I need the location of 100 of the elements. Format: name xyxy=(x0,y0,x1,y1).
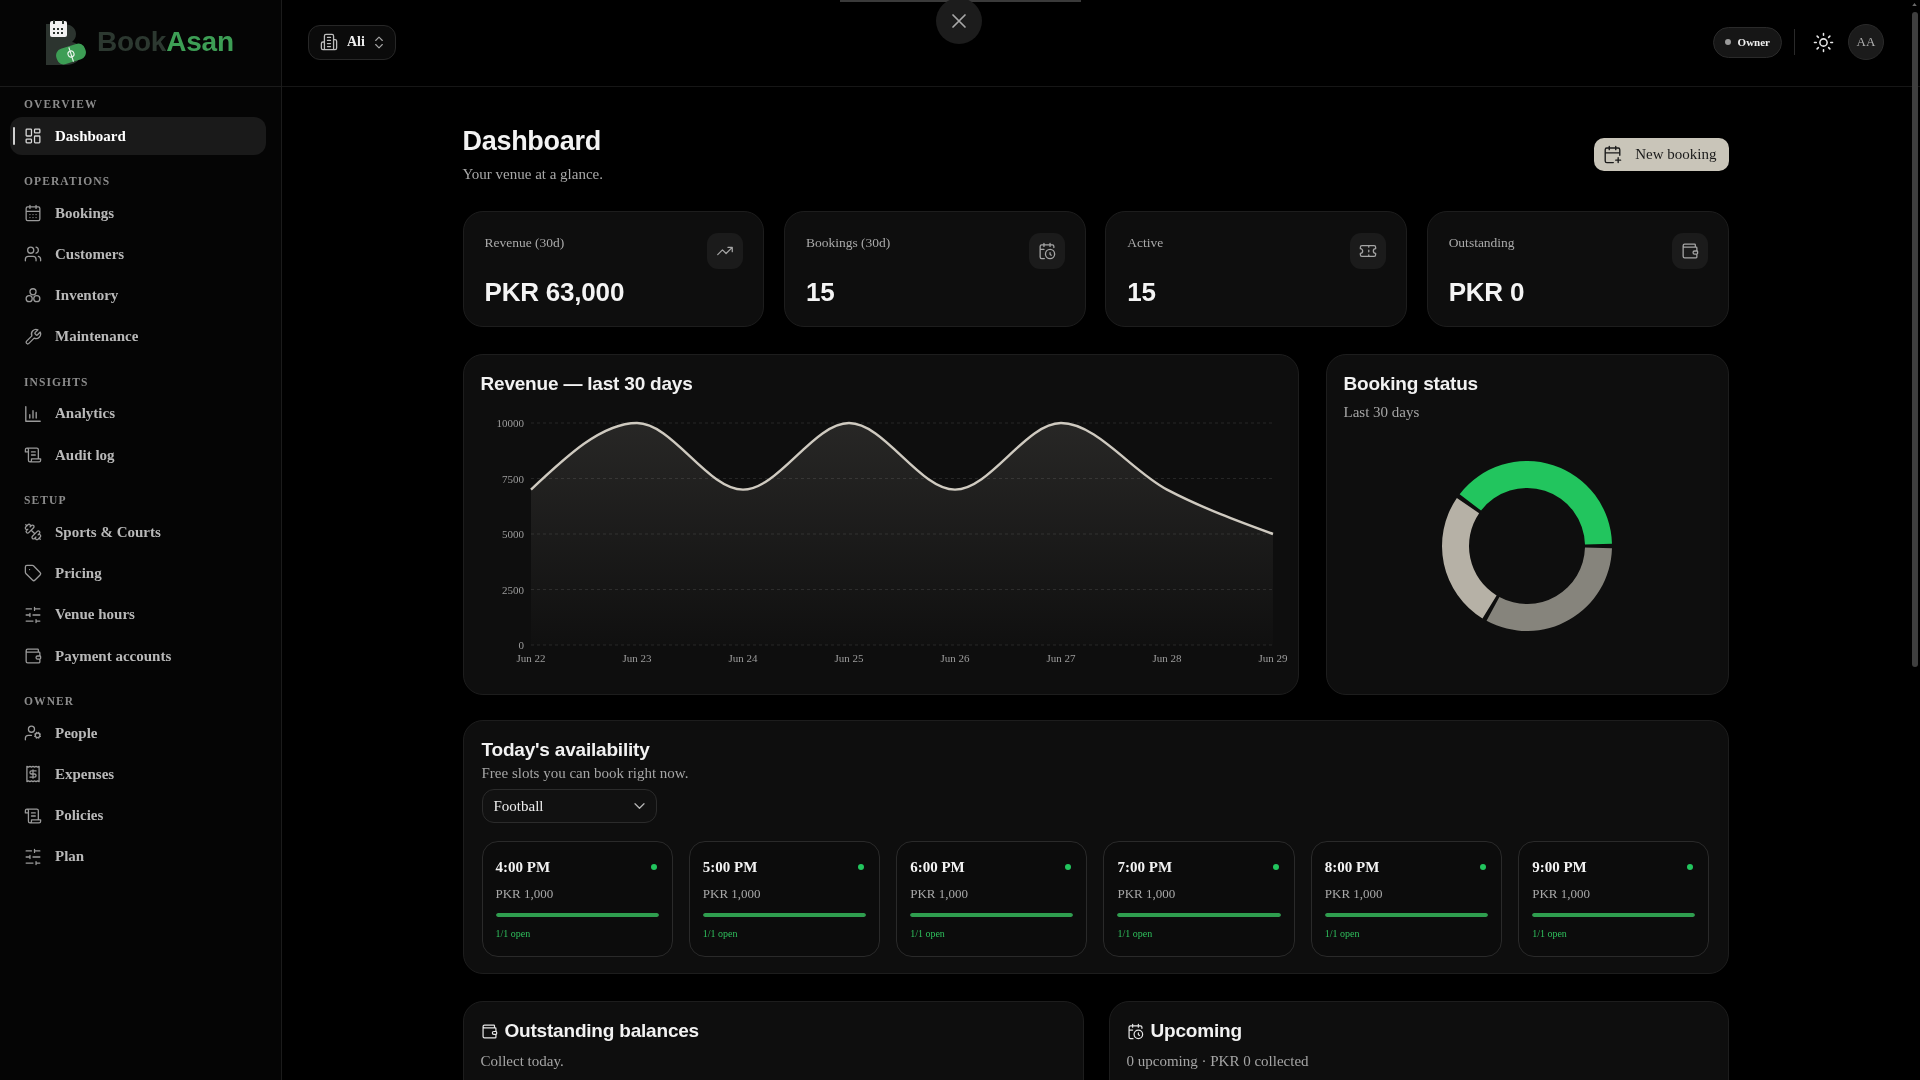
slot-availability: 1/1 open xyxy=(910,927,945,941)
calendar-clock-icon xyxy=(1028,233,1065,269)
sidebar-item[interactable]: Analytics xyxy=(10,394,266,433)
dot-icon xyxy=(1724,39,1731,45)
axis-label: 7500 xyxy=(501,472,524,485)
tag-icon xyxy=(25,565,41,582)
section-heading: INSIGHTS xyxy=(23,374,89,389)
slot-time: 7:00 PM xyxy=(1117,858,1173,877)
sidebar-item[interactable]: Maintenance xyxy=(10,317,266,356)
slot-price: PKR 1,000 xyxy=(1324,885,1383,903)
sidebar-item[interactable]: Customers xyxy=(10,235,266,274)
card-title: Upcoming xyxy=(1150,1019,1242,1043)
sidebar-item[interactable]: Expenses xyxy=(10,755,266,794)
sidebar-item[interactable]: Plan xyxy=(10,837,266,876)
venue-select[interactable]: Ali xyxy=(308,24,396,60)
slot-availability: 1/1 open xyxy=(495,927,531,941)
status-dot-icon xyxy=(1480,864,1487,870)
axis-label: Jun 28 xyxy=(1152,652,1181,664)
scroll-icon xyxy=(25,807,41,824)
slot-time: 4:00 PM xyxy=(495,858,551,877)
card-subtitle: 0 upcoming · PKR 0 collected xyxy=(1126,1052,1309,1071)
slot-availability: 1/1 open xyxy=(1324,927,1360,941)
stat-label: Outstanding xyxy=(1448,234,1515,252)
wallet-icon xyxy=(25,648,41,665)
axis-label: Jun 26 xyxy=(940,652,969,664)
sidebar-item[interactable]: Bookings xyxy=(10,194,266,232)
slot-price: PKR 1,000 xyxy=(702,885,761,903)
ticket-icon xyxy=(1350,233,1387,269)
sidebar-item[interactable]: Dashboard xyxy=(10,117,266,155)
status-dot-icon xyxy=(1687,864,1694,870)
wallet-icon xyxy=(1671,233,1708,269)
axis-label: 10000 xyxy=(496,417,524,429)
slot-card[interactable]: 4:00 PM PKR 1,000 1/1 open xyxy=(481,841,673,957)
slot-card[interactable]: 7:00 PM PKR 1,000 1/1 open xyxy=(1103,841,1295,957)
card-title: Today's availability xyxy=(481,738,650,762)
status-dot-icon xyxy=(1272,864,1279,870)
slot-availability: 1/1 open xyxy=(1117,927,1153,941)
sun-icon[interactable] xyxy=(1814,32,1833,52)
users-icon xyxy=(25,246,41,263)
slot-time: 5:00 PM xyxy=(702,858,758,877)
logo-icon xyxy=(43,20,87,66)
sidebar-item[interactable]: Payment accounts xyxy=(10,637,266,676)
slot-card[interactable]: 8:00 PM PKR 1,000 1/1 open xyxy=(1310,841,1503,957)
slot-availability: 1/1 open xyxy=(702,927,738,941)
section-heading: OWNER xyxy=(23,694,75,709)
stat-label: Revenue (30d) xyxy=(484,234,565,252)
building-icon xyxy=(321,34,337,50)
scrollbar-thumb[interactable] xyxy=(1912,12,1918,667)
sidebar-item[interactable]: Inventory xyxy=(10,276,266,315)
card-title: Booking status xyxy=(1343,372,1478,396)
sliders-icon xyxy=(25,606,41,623)
axis-label: Jun 27 xyxy=(1046,652,1075,664)
stat-value: PKR 0 xyxy=(1448,276,1526,308)
close-button[interactable] xyxy=(936,0,982,44)
card-title: Outstanding balances xyxy=(504,1019,699,1043)
sidebar-item[interactable]: Pricing xyxy=(10,554,266,593)
slot-time: 8:00 PM xyxy=(1324,858,1380,877)
axis-label: 0 xyxy=(518,639,524,651)
sliders-icon xyxy=(25,848,41,865)
slot-card[interactable]: 5:00 PM PKR 1,000 1/1 open xyxy=(688,841,881,957)
card-subtitle: Collect today. xyxy=(480,1052,564,1071)
slot-availability: 1/1 open xyxy=(1532,927,1567,941)
sidebar-item[interactable]: Sports & Courts xyxy=(10,513,266,552)
stat-label: Active xyxy=(1127,234,1164,252)
page-title: Dashboard xyxy=(462,125,601,158)
sidebar-item[interactable]: People xyxy=(10,714,266,753)
stat-value: 15 xyxy=(805,276,836,308)
new-booking-button[interactable]: New booking xyxy=(1594,137,1729,171)
stat-value: PKR 63,000 xyxy=(484,276,626,308)
wallet-icon xyxy=(481,1023,497,1039)
slot-card[interactable]: 6:00 PM PKR 1,000 1/1 open xyxy=(896,841,1088,957)
slot-time: 6:00 PM xyxy=(910,858,965,877)
grid-icon xyxy=(25,128,41,144)
scroll-up-arrow-icon[interactable] xyxy=(1912,3,1917,6)
bar-chart-icon xyxy=(25,405,41,422)
calendar-clock-icon xyxy=(1127,1023,1143,1039)
avatar[interactable]: AA xyxy=(1848,24,1884,60)
sidebar-item[interactable]: Audit log xyxy=(10,436,266,475)
slot-price: PKR 1,000 xyxy=(1532,885,1590,903)
receipt-icon xyxy=(25,766,41,783)
slot-card[interactable]: 9:00 PM PKR 1,000 1/1 open xyxy=(1518,841,1710,957)
sport-select[interactable]: Football xyxy=(481,789,657,823)
sidebar-item[interactable]: Policies xyxy=(10,796,266,835)
section-heading: SETUP xyxy=(23,493,67,508)
chevron-down-icon xyxy=(633,803,645,809)
sidebar-item[interactable]: Venue hours xyxy=(10,595,266,634)
axis-label: Jun 24 xyxy=(728,652,757,664)
slot-time: 9:00 PM xyxy=(1532,858,1587,877)
slot-price: PKR 1,000 xyxy=(1117,885,1176,903)
section-heading: OPERATIONS xyxy=(23,174,111,188)
dumbbell-icon xyxy=(25,524,41,541)
card-title: Revenue — last 30 days xyxy=(480,372,693,396)
trend-up-icon xyxy=(707,233,744,269)
stat-value: 15 xyxy=(1127,276,1157,308)
calendar-icon xyxy=(25,205,41,221)
slot-price: PKR 1,000 xyxy=(495,885,554,903)
axis-label: Jun 25 xyxy=(834,652,863,664)
card-subtitle: Free slots you can book right now. xyxy=(481,764,689,783)
role-label: Owner xyxy=(1737,36,1770,48)
axis-label: Jun 22 xyxy=(516,652,545,664)
